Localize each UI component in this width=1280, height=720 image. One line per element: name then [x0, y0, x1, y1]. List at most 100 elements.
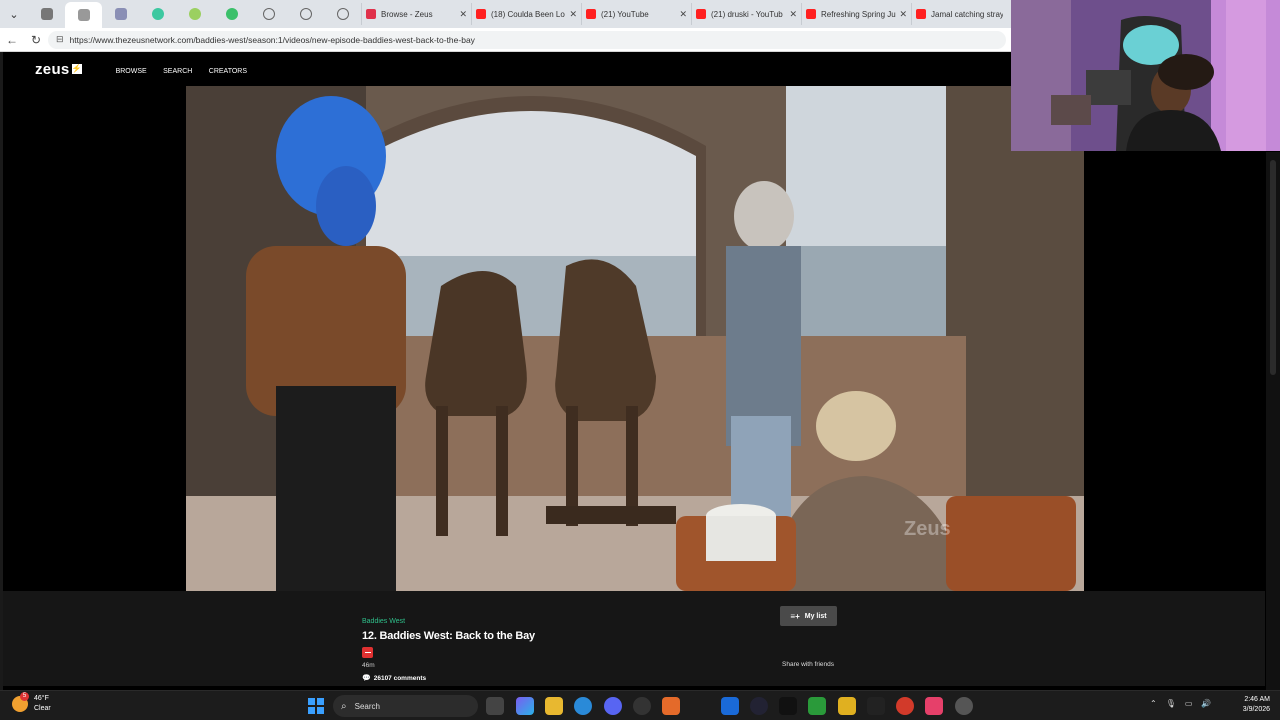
zeus-logo[interactable]: zeus ⚡ — [35, 61, 82, 78]
app-icon[interactable] — [925, 697, 943, 715]
settings-gear-icon[interactable] — [955, 697, 973, 715]
nav-browse[interactable]: BROWSE — [116, 68, 147, 75]
copilot-icon[interactable] — [516, 697, 534, 715]
taskbar-search[interactable]: ⌕ Search — [333, 695, 478, 717]
webcam-overlay — [1011, 0, 1280, 151]
tab-youtube-1[interactable]: (18) Coulda Been Lo ✕ — [471, 3, 581, 25]
app-icon — [151, 8, 164, 20]
outlook-icon[interactable] — [721, 697, 739, 715]
discord-icon[interactable] — [604, 697, 622, 715]
tab-title: Jamal catching stray — [931, 9, 1003, 19]
youtube-favicon-icon — [696, 9, 706, 19]
my-list-button[interactable]: ≡+ My list — [780, 606, 837, 626]
browser-tab-strip: ⌄ Browse - Zeus ✕ (18) Coulda Been Lo ✕ … — [0, 0, 1012, 28]
scrollbar-thumb[interactable] — [1270, 160, 1276, 375]
weather-temp: 46°F — [34, 695, 49, 702]
clock-time: 2:46 AM — [1244, 696, 1270, 703]
video-frame — [186, 86, 1084, 591]
weather-sun-icon: 5 — [12, 692, 29, 712]
pinned-tab[interactable] — [102, 2, 139, 26]
close-tab-icon[interactable]: ✕ — [899, 9, 907, 20]
my-list-label: My list — [804, 612, 827, 620]
search-icon: ⌕ — [341, 700, 347, 712]
tab-youtube-2[interactable]: (21) YouTube ✕ — [581, 3, 691, 25]
globe-icon — [299, 8, 312, 20]
site-info-icon[interactable]: ⊟ — [56, 34, 64, 45]
share-with-friends[interactable]: Share with friends — [782, 661, 834, 668]
pinned-tab[interactable] — [28, 2, 65, 26]
pinned-tab[interactable] — [324, 2, 361, 26]
task-view-icon[interactable] — [486, 697, 504, 715]
close-tab-icon[interactable]: ✕ — [789, 9, 797, 20]
pinned-tab-active[interactable] — [65, 2, 102, 28]
pinned-tab[interactable] — [139, 2, 176, 26]
zeus-bolt-icon: ⚡ — [71, 64, 82, 74]
tab-title: Refreshing Spring Ju — [821, 9, 896, 19]
globe-icon — [262, 8, 275, 20]
zeus-favicon-icon — [366, 9, 376, 19]
windows-taskbar: 5 46°F Clear ⌕ Search ⌃ 🎙 ▭ 🔊 2:46 AM 3/… — [0, 690, 1280, 720]
steam-icon[interactable] — [750, 697, 768, 715]
url-field[interactable]: ⊟ https://www.thezeusnetwork.com/baddies… — [48, 30, 1006, 49]
tab-youtube-3[interactable]: (21) druski - YouTub ✕ — [691, 3, 801, 25]
network-icon[interactable]: ▭ — [1185, 699, 1193, 708]
chevron-up-icon[interactable]: ⌃ — [1150, 699, 1157, 708]
weather-condition: Clear — [34, 705, 51, 712]
tab-title: Browse - Zeus — [381, 9, 433, 19]
youtube-favicon-icon — [806, 9, 816, 19]
comment-icon: 💬 — [362, 675, 371, 682]
close-tab-icon[interactable]: ✕ — [459, 9, 467, 20]
tab-browse-zeus[interactable]: Browse - Zeus ✕ — [361, 3, 471, 25]
weather-widget[interactable]: 5 46°F Clear — [12, 692, 51, 714]
pinned-tab[interactable] — [250, 2, 287, 26]
volume-icon[interactable]: 🔊 — [1201, 699, 1211, 708]
system-tray: ⌃ 🎙 ▭ 🔊 — [1150, 699, 1211, 708]
app-icon — [40, 8, 53, 20]
file-explorer-icon[interactable] — [545, 697, 563, 715]
app-icon[interactable] — [867, 697, 885, 715]
close-tab-icon[interactable]: ✕ — [569, 9, 577, 20]
app-icon[interactable] — [662, 697, 680, 715]
episode-info-panel — [3, 591, 1265, 686]
back-arrow-icon[interactable]: ← — [0, 33, 24, 47]
pinned-tab[interactable] — [287, 2, 324, 26]
video-player[interactable]: Zeus — [186, 86, 1084, 591]
weather-badge: 5 — [20, 692, 29, 701]
list-add-icon: ≡+ — [790, 611, 800, 621]
zeus-watermark: Zeus — [904, 518, 951, 540]
speaker-icon — [77, 9, 90, 21]
url-text: https://www.thezeusnetwork.com/baddies-w… — [69, 34, 475, 45]
reload-icon[interactable]: ↻ — [24, 33, 48, 47]
chrome-icon[interactable] — [896, 697, 914, 715]
tab-title: (18) Coulda Been Lo — [491, 9, 565, 19]
search-placeholder: Search — [354, 701, 380, 711]
rockstar-icon[interactable] — [838, 697, 856, 715]
app-icon — [225, 8, 238, 20]
episode-duration: 46m — [362, 662, 375, 669]
tab-youtube-5[interactable]: Jamal catching stray — [911, 3, 1007, 25]
app-icon — [188, 8, 201, 20]
tab-title: (21) druski - YouTub — [711, 9, 783, 19]
comments-link[interactable]: 💬 26107 comments — [362, 674, 426, 683]
app-icon — [114, 8, 127, 20]
tab-youtube-4[interactable]: Refreshing Spring Ju ✕ — [801, 3, 911, 25]
obs-icon[interactable] — [633, 697, 651, 715]
pinned-tab[interactable] — [176, 2, 213, 26]
windows-start-icon[interactable] — [308, 698, 324, 714]
edge-icon[interactable] — [574, 697, 592, 715]
taskbar-clock[interactable]: 2:46 AM 3/9/2026 — [1234, 695, 1270, 715]
tab-list-chevron-icon[interactable]: ⌄ — [0, 0, 28, 28]
show-name-link[interactable]: Baddies West — [362, 618, 405, 625]
tiktok-icon[interactable] — [779, 697, 797, 715]
youtube-favicon-icon — [476, 9, 486, 19]
clock-date: 3/9/2026 — [1242, 706, 1270, 713]
microphone-icon[interactable]: 🎙 — [1166, 699, 1176, 708]
rating-badge-icon — [362, 647, 373, 658]
page-scrollbar[interactable] — [1266, 152, 1280, 690]
pinned-tab[interactable] — [213, 2, 250, 26]
nav-search[interactable]: SEARCH — [163, 68, 192, 75]
tab-title: (21) YouTube — [601, 9, 649, 19]
close-tab-icon[interactable]: ✕ — [679, 9, 687, 20]
xbox-icon[interactable] — [808, 697, 826, 715]
nav-creators[interactable]: CREATORS — [209, 68, 247, 75]
